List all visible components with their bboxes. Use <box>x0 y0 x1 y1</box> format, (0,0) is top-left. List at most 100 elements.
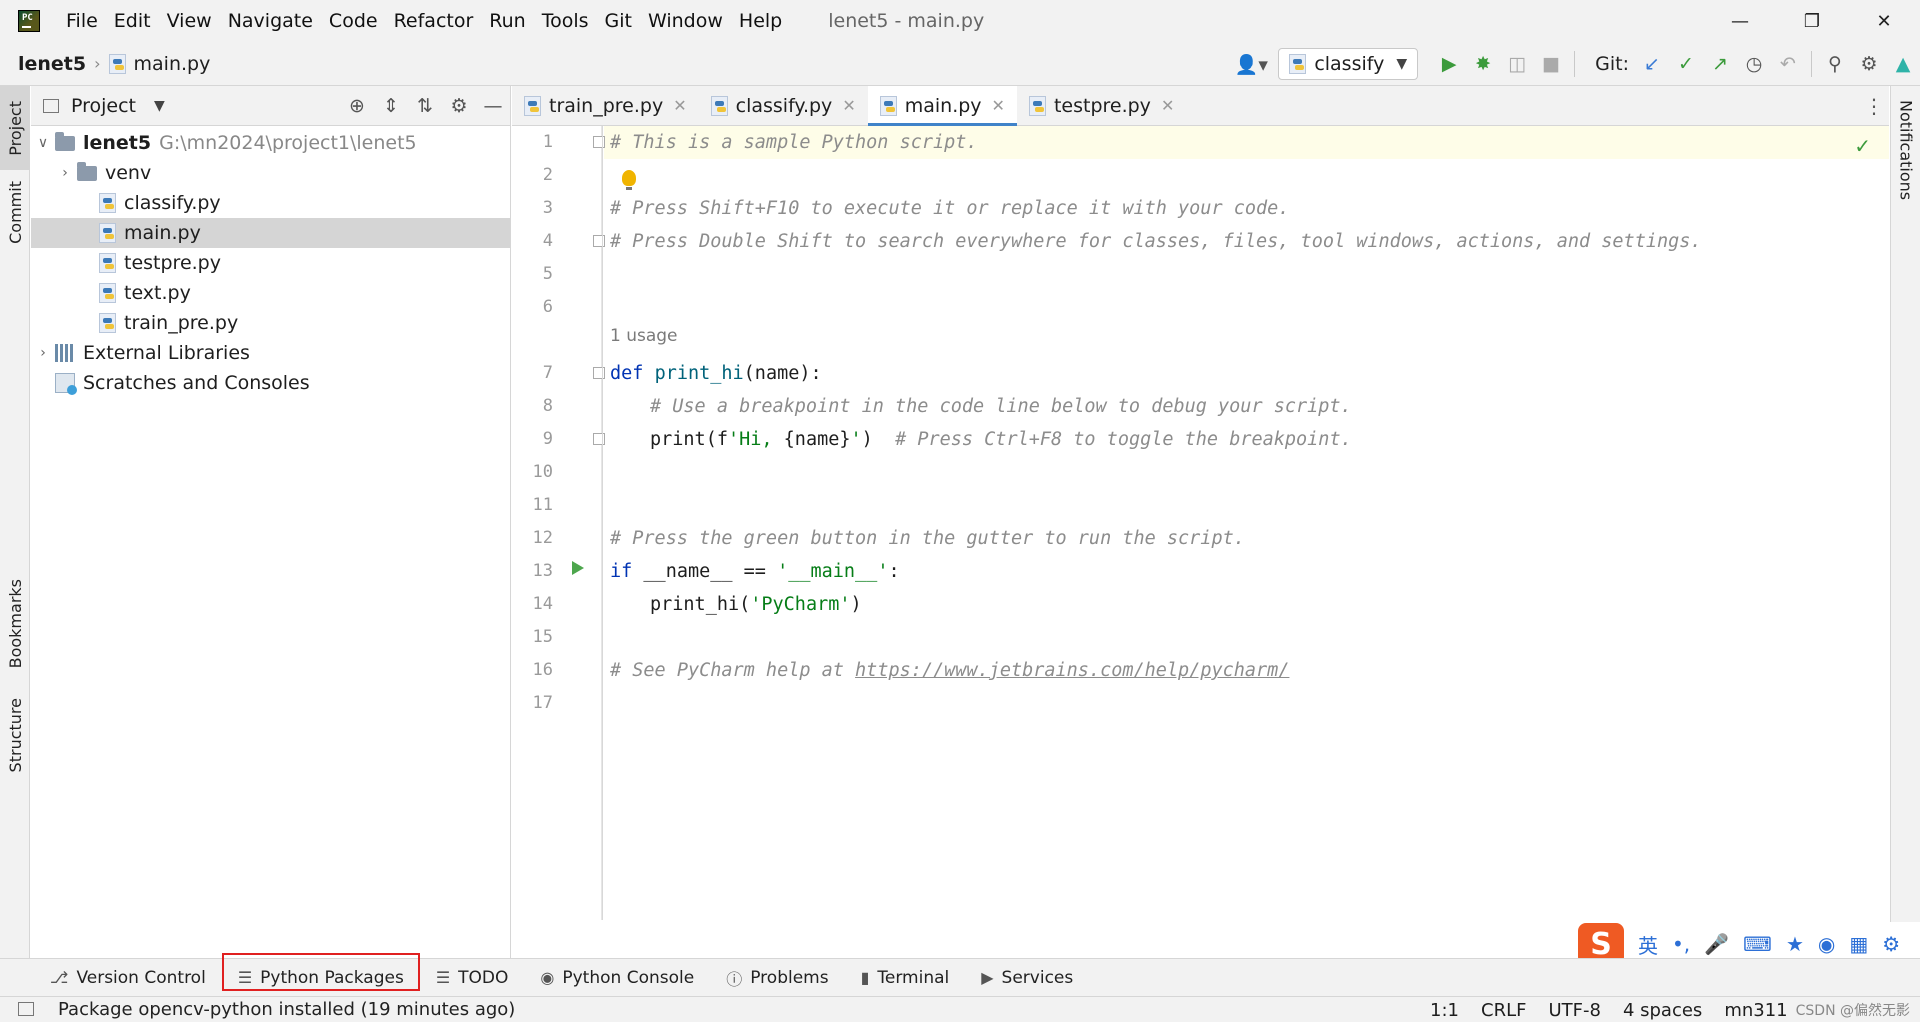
editor-tab[interactable]: classify.py ✕ <box>699 86 868 125</box>
menu-git[interactable]: Git <box>605 10 643 32</box>
tool-tab-python-console[interactable]: ◉ Python Console <box>524 959 710 997</box>
menu-code[interactable]: Code <box>329 10 389 32</box>
keyboard-icon[interactable]: ⌨ <box>1743 932 1772 956</box>
tree-item-external-libraries[interactable]: › External Libraries <box>31 338 510 368</box>
tree-item-file[interactable]: text.py <box>31 278 510 308</box>
close-icon[interactable]: ✕ <box>673 96 686 115</box>
restore-icon[interactable]: ❐ <box>1776 0 1848 42</box>
close-icon[interactable]: ✕ <box>992 96 1005 115</box>
ime-language-toggle[interactable]: 英 <box>1638 930 1658 959</box>
python-interpreter[interactable]: mn311 <box>1724 1000 1787 1021</box>
navigation-bar: lenet5 › main.py 👤▾ classify ▼ ▶ ✸ ◫ ■ G… <box>0 42 1920 86</box>
jetbrains-toolbox-icon[interactable]: ▲ <box>1886 47 1920 81</box>
tool-tab-commit[interactable]: Commit <box>0 176 30 248</box>
tree-item-scratches[interactable]: Scratches and Consoles <box>31 368 510 398</box>
menu-view[interactable]: View <box>167 10 223 32</box>
tree-item-root[interactable]: ∨ lenet5 G:\mn2024\project1\lenet5 <box>31 128 510 158</box>
code-text: (name): <box>743 363 822 384</box>
close-window-icon[interactable]: ✕ <box>1848 0 1920 42</box>
menu-run[interactable]: Run <box>489 10 536 32</box>
chevron-down-icon[interactable]: ∨ <box>31 135 55 151</box>
tree-item-file[interactable]: testpre.py <box>31 248 510 278</box>
chevron-right-icon[interactable]: › <box>53 165 77 181</box>
stop-icon[interactable]: ■ <box>1534 47 1568 81</box>
more-options-icon[interactable]: ⋮ <box>1859 86 1889 125</box>
tool-tab-bookmarks[interactable]: Bookmarks <box>0 574 30 674</box>
close-icon[interactable]: ✕ <box>842 96 855 115</box>
menu-refactor[interactable]: Refactor <box>394 10 485 32</box>
indent-setting[interactable]: 4 spaces <box>1623 1000 1702 1021</box>
tree-item-file-selected[interactable]: main.py <box>31 218 510 248</box>
git-push-icon[interactable]: ↗ <box>1703 47 1737 81</box>
coverage-icon[interactable]: ◫ <box>1500 47 1534 81</box>
skin-icon[interactable]: ★ <box>1786 932 1804 956</box>
settings-gear-icon[interactable]: ⚙ <box>1852 47 1886 81</box>
editor-tab[interactable]: train_pre.py ✕ <box>512 86 699 125</box>
help-link[interactable]: https://www.jetbrains.com/help/pycharm/ <box>855 660 1289 681</box>
inspection-ok-icon[interactable]: ✓ <box>1854 134 1871 158</box>
run-icon[interactable]: ▶ <box>1432 47 1466 81</box>
run-configuration-select[interactable]: classify ▼ <box>1278 48 1419 80</box>
microphone-icon[interactable]: 🎤 <box>1704 932 1729 956</box>
menu-edit[interactable]: Edit <box>114 10 162 32</box>
editor-tab[interactable]: testpre.py ✕ <box>1017 86 1186 125</box>
fold-marker-icon[interactable] <box>593 433 605 445</box>
git-commit-icon[interactable]: ✓ <box>1669 47 1703 81</box>
file-encoding[interactable]: UTF-8 <box>1548 1000 1600 1021</box>
tool-tab-python-packages[interactable]: ☰ Python Packages <box>221 952 420 991</box>
caret-position[interactable]: 1:1 <box>1430 1000 1459 1021</box>
tool-tab-notifications[interactable]: Notifications <box>1891 90 1920 210</box>
code-line-12: # Press the green button in the gutter t… <box>610 522 1245 555</box>
locate-file-icon[interactable]: ⊕ <box>340 89 374 123</box>
status-message[interactable]: Package opencv-python installed (19 minu… <box>58 999 515 1020</box>
tool-tab-terminal[interactable]: ▮ Terminal <box>845 959 966 997</box>
toolbox-grid-icon[interactable]: ▦ <box>1849 932 1868 956</box>
fold-marker-icon[interactable] <box>593 136 605 148</box>
tree-item-file[interactable]: classify.py <box>31 188 510 218</box>
chevron-down-icon[interactable]: ▼ <box>154 98 165 114</box>
menu-window[interactable]: Window <box>648 10 734 32</box>
tool-tab-services[interactable]: ▶ Services <box>965 959 1089 997</box>
python-file-icon <box>1028 95 1046 116</box>
usage-hint[interactable]: 1 usage <box>610 326 678 346</box>
toggle-tool-windows-icon[interactable] <box>18 1002 34 1016</box>
code-area[interactable]: 1 2 3 4 5 6 7 8 9 10 11 12 13 14 15 16 1… <box>512 126 1889 920</box>
search-icon[interactable]: ⚲ <box>1818 47 1852 81</box>
run-gutter-icon[interactable] <box>572 561 584 575</box>
fold-marker-icon[interactable] <box>593 367 605 379</box>
git-rollback-icon[interactable]: ↶ <box>1771 47 1805 81</box>
tool-tab-problems[interactable]: ⓘ Problems <box>710 959 844 997</box>
git-history-icon[interactable]: ◷ <box>1737 47 1771 81</box>
comment-text: # See PyCharm help at <box>610 660 856 681</box>
tool-tab-project[interactable]: Project <box>0 86 30 170</box>
tree-item-venv[interactable]: › venv <box>31 158 510 188</box>
fold-marker-icon[interactable] <box>593 235 605 247</box>
lightbulb-icon[interactable] <box>622 170 636 190</box>
expand-all-icon[interactable]: ⇕ <box>374 89 408 123</box>
ime-punctuation-toggle[interactable]: •, <box>1672 932 1690 956</box>
tool-tab-todo[interactable]: ☰ TODO <box>420 959 525 997</box>
breadcrumb-project[interactable]: lenet5 <box>18 53 86 75</box>
menu-help[interactable]: Help <box>739 10 793 32</box>
line-separator[interactable]: CRLF <box>1481 1000 1526 1021</box>
close-icon[interactable]: ✕ <box>1161 96 1174 115</box>
menu-tools[interactable]: Tools <box>542 10 600 32</box>
chevron-right-icon[interactable]: › <box>31 345 55 361</box>
collapse-all-icon[interactable]: ⇅ <box>408 89 442 123</box>
user-icon[interactable]: 👤▾ <box>1234 47 1268 81</box>
project-panel-title[interactable]: Project <box>71 95 136 117</box>
hide-panel-icon[interactable]: — <box>476 89 510 123</box>
menu-file[interactable]: File <box>66 10 109 32</box>
menu-navigate[interactable]: Navigate <box>228 10 324 32</box>
tree-item-file[interactable]: train_pre.py <box>31 308 510 338</box>
git-update-icon[interactable]: ↙ <box>1635 47 1669 81</box>
ime-settings-icon[interactable]: ⚙ <box>1882 932 1900 956</box>
gamepad-icon[interactable]: ◉ <box>1818 932 1835 956</box>
breadcrumb-file[interactable]: main.py <box>134 53 211 75</box>
tool-tab-structure[interactable]: Structure <box>0 690 30 780</box>
editor-tab-active[interactable]: main.py ✕ <box>867 86 1018 126</box>
tool-tab-version-control[interactable]: ⎇ Version Control <box>34 959 222 997</box>
debug-icon[interactable]: ✸ <box>1466 47 1500 81</box>
panel-settings-gear-icon[interactable]: ⚙ <box>442 89 476 123</box>
minimize-icon[interactable]: — <box>1704 0 1776 42</box>
